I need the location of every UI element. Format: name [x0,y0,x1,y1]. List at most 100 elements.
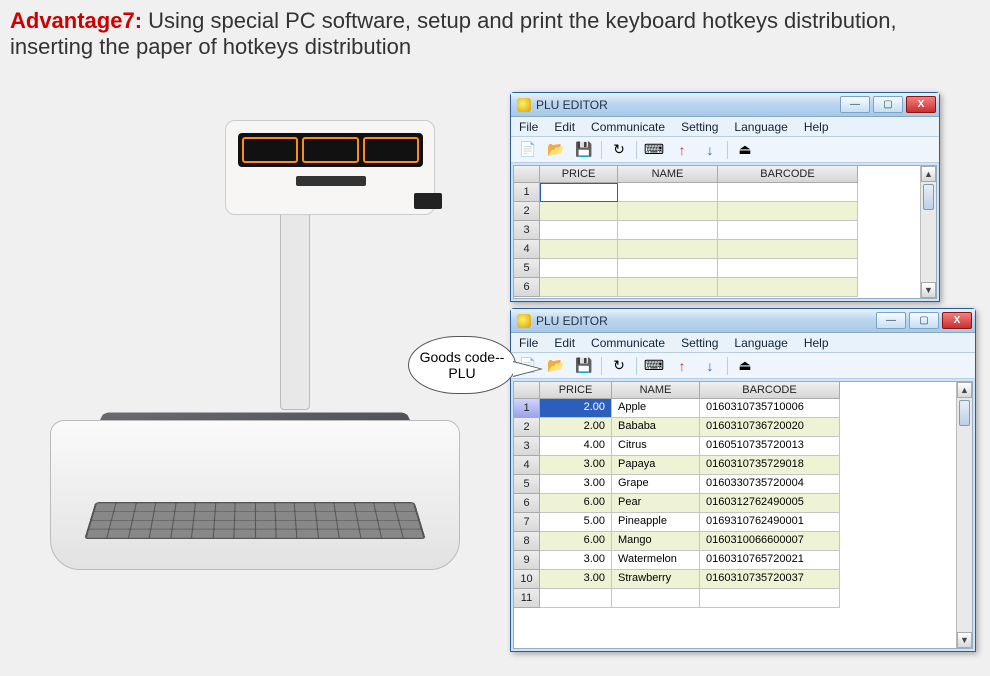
grid-cell[interactable] [540,221,618,240]
grid-cell[interactable] [540,202,618,221]
data-grid[interactable]: PRICENAMEBARCODE12.00Apple01603107357100… [513,381,973,649]
up-icon[interactable]: ↑ [671,140,693,160]
grid-cell[interactable]: Bababa [612,418,700,437]
column-header[interactable]: BARCODE [718,166,858,183]
grid-cell[interactable] [718,278,858,297]
grid-cell[interactable]: 0169310762490001 [700,513,840,532]
scroll-down-icon[interactable]: ▼ [957,632,972,648]
menu-setting[interactable]: Setting [681,120,718,134]
row-header[interactable]: 11 [514,589,540,608]
up-icon[interactable]: ↑ [671,356,693,376]
grid-cell[interactable] [618,259,718,278]
grid-cell[interactable] [718,202,858,221]
grid-cell[interactable] [618,183,718,202]
menu-setting[interactable]: Setting [681,336,718,350]
grid-cell[interactable] [718,221,858,240]
minimize-button[interactable]: — [876,312,906,329]
row-header[interactable]: 7 [514,513,540,532]
maximize-button[interactable]: ▢ [909,312,939,329]
grid-cell[interactable]: 2.00 [540,399,612,418]
menu-edit[interactable]: Edit [554,336,575,350]
grid-cell[interactable]: 0160310066600007 [700,532,840,551]
menu-file[interactable]: File [519,120,538,134]
grid-cell[interactable]: 2.00 [540,418,612,437]
grid-cell[interactable] [618,278,718,297]
grid-cell[interactable]: Grape [612,475,700,494]
column-header[interactable]: NAME [612,382,700,399]
refresh-icon[interactable]: ↻ [608,140,630,160]
grid-cell[interactable] [718,183,858,202]
grid-cell[interactable]: 0160310735729018 [700,456,840,475]
vertical-scrollbar[interactable]: ▲ ▼ [920,166,936,298]
grid-cell[interactable]: Citrus [612,437,700,456]
new-icon[interactable]: 📄 [517,140,539,160]
scroll-up-icon[interactable]: ▲ [921,166,936,182]
corner-header[interactable] [514,166,540,183]
grid-cell[interactable]: 0160310736720020 [700,418,840,437]
grid-cell[interactable]: Watermelon [612,551,700,570]
grid-cell[interactable] [618,240,718,259]
minimize-button[interactable]: — [840,96,870,113]
open-icon[interactable]: 📂 [545,356,567,376]
grid-cell[interactable]: 3.00 [540,475,612,494]
grid-cell[interactable]: 3.00 [540,570,612,589]
save-icon[interactable]: 💾 [573,140,595,160]
grid-cell[interactable]: 3.00 [540,551,612,570]
column-header[interactable]: PRICE [540,166,618,183]
menu-file[interactable]: File [519,336,538,350]
grid-cell[interactable]: Mango [612,532,700,551]
down-icon[interactable]: ↓ [699,356,721,376]
row-header[interactable]: 4 [514,456,540,475]
menu-help[interactable]: Help [804,120,829,134]
scroll-up-icon[interactable]: ▲ [957,382,972,398]
row-header[interactable]: 2 [514,202,540,221]
data-grid[interactable]: PRICENAMEBARCODE123456 ▲ ▼ [513,165,937,299]
exit-icon[interactable]: ⏏ [734,140,756,160]
grid-cell[interactable]: 0160312762490005 [700,494,840,513]
row-header[interactable]: 9 [514,551,540,570]
row-header[interactable]: 4 [514,240,540,259]
grid-cell[interactable] [540,183,618,202]
grid-cell[interactable]: 0160510735720013 [700,437,840,456]
row-header[interactable]: 1 [514,399,540,418]
column-header[interactable]: PRICE [540,382,612,399]
menu-language[interactable]: Language [734,336,787,350]
grid-cell[interactable]: 3.00 [540,456,612,475]
grid-cell[interactable]: 0160310765720021 [700,551,840,570]
row-header[interactable]: 3 [514,437,540,456]
scroll-thumb[interactable] [959,400,970,426]
exit-icon[interactable]: ⏏ [734,356,756,376]
column-header[interactable]: BARCODE [700,382,840,399]
refresh-icon[interactable]: ↻ [608,356,630,376]
grid-cell[interactable]: 0160310735710006 [700,399,840,418]
grid-cell[interactable]: Papaya [612,456,700,475]
grid-cell[interactable] [700,589,840,608]
row-header[interactable]: 1 [514,183,540,202]
hotkey-icon[interactable]: ⌨ [643,140,665,160]
close-button[interactable]: X [942,312,972,329]
grid-cell[interactable] [612,589,700,608]
grid-cell[interactable]: 6.00 [540,532,612,551]
menu-communicate[interactable]: Communicate [591,120,665,134]
menu-edit[interactable]: Edit [554,120,575,134]
menu-communicate[interactable]: Communicate [591,336,665,350]
grid-cell[interactable]: Strawberry [612,570,700,589]
row-header[interactable]: 10 [514,570,540,589]
grid-cell[interactable]: 4.00 [540,437,612,456]
scroll-down-icon[interactable]: ▼ [921,282,936,298]
titlebar[interactable]: PLU EDITOR — ▢ X [511,93,939,117]
row-header[interactable]: 2 [514,418,540,437]
grid-cell[interactable] [618,202,718,221]
grid-cell[interactable] [718,259,858,278]
grid-cell[interactable] [618,221,718,240]
column-header[interactable]: NAME [618,166,718,183]
grid-cell[interactable]: Pineapple [612,513,700,532]
grid-cell[interactable]: 5.00 [540,513,612,532]
row-header[interactable]: 5 [514,475,540,494]
open-icon[interactable]: 📂 [545,140,567,160]
grid-cell[interactable]: 6.00 [540,494,612,513]
menu-help[interactable]: Help [804,336,829,350]
grid-cell[interactable]: 0160310735720037 [700,570,840,589]
grid-cell[interactable] [540,589,612,608]
save-icon[interactable]: 💾 [573,356,595,376]
